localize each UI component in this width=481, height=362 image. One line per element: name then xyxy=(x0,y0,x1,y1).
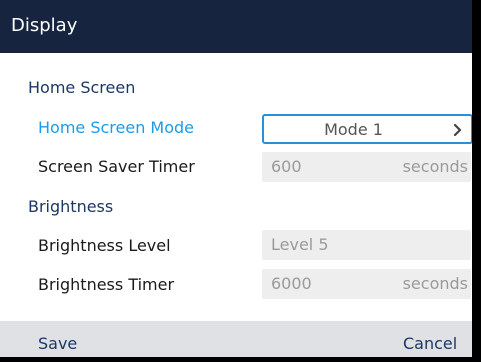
screen-saver-timer-unit: seconds xyxy=(402,157,468,176)
save-softkey[interactable]: Save xyxy=(38,334,77,354)
screen-saver-timer-value: 600 xyxy=(271,157,302,176)
screen-saver-timer-label: Screen Saver Timer xyxy=(38,157,195,176)
cancel-softkey[interactable]: Cancel xyxy=(403,334,457,354)
brightness-timer-unit: seconds xyxy=(402,274,468,293)
brightness-timer-label: Brightness Timer xyxy=(38,275,175,294)
home-screen-mode-label[interactable]: Home Screen Mode xyxy=(38,118,194,138)
brightness-level-value: Level 5 xyxy=(271,235,329,254)
brightness-timer-field[interactable]: 6000 seconds xyxy=(262,269,471,299)
section-heading-home-screen: Home Screen xyxy=(28,78,136,97)
page-title: Display xyxy=(11,15,78,36)
chevron-right-icon xyxy=(453,123,462,137)
brightness-level-field[interactable]: Level 5 xyxy=(262,230,471,260)
display-settings-panel: Display Home Screen Home Screen Mode Mod… xyxy=(0,0,472,357)
section-heading-brightness: Brightness xyxy=(28,197,114,216)
title-bar: Display xyxy=(0,0,472,53)
screen-saver-timer-field[interactable]: 600 seconds xyxy=(262,152,471,182)
brightness-level-label: Brightness Level xyxy=(38,236,171,255)
home-screen-mode-value: Mode 1 xyxy=(324,120,383,139)
home-screen-mode-selector[interactable]: Mode 1 xyxy=(262,114,472,144)
phone-screen: Display Home Screen Home Screen Mode Mod… xyxy=(0,0,481,362)
brightness-timer-value: 6000 xyxy=(271,274,312,293)
softkey-bar: Save Cancel xyxy=(0,321,472,357)
